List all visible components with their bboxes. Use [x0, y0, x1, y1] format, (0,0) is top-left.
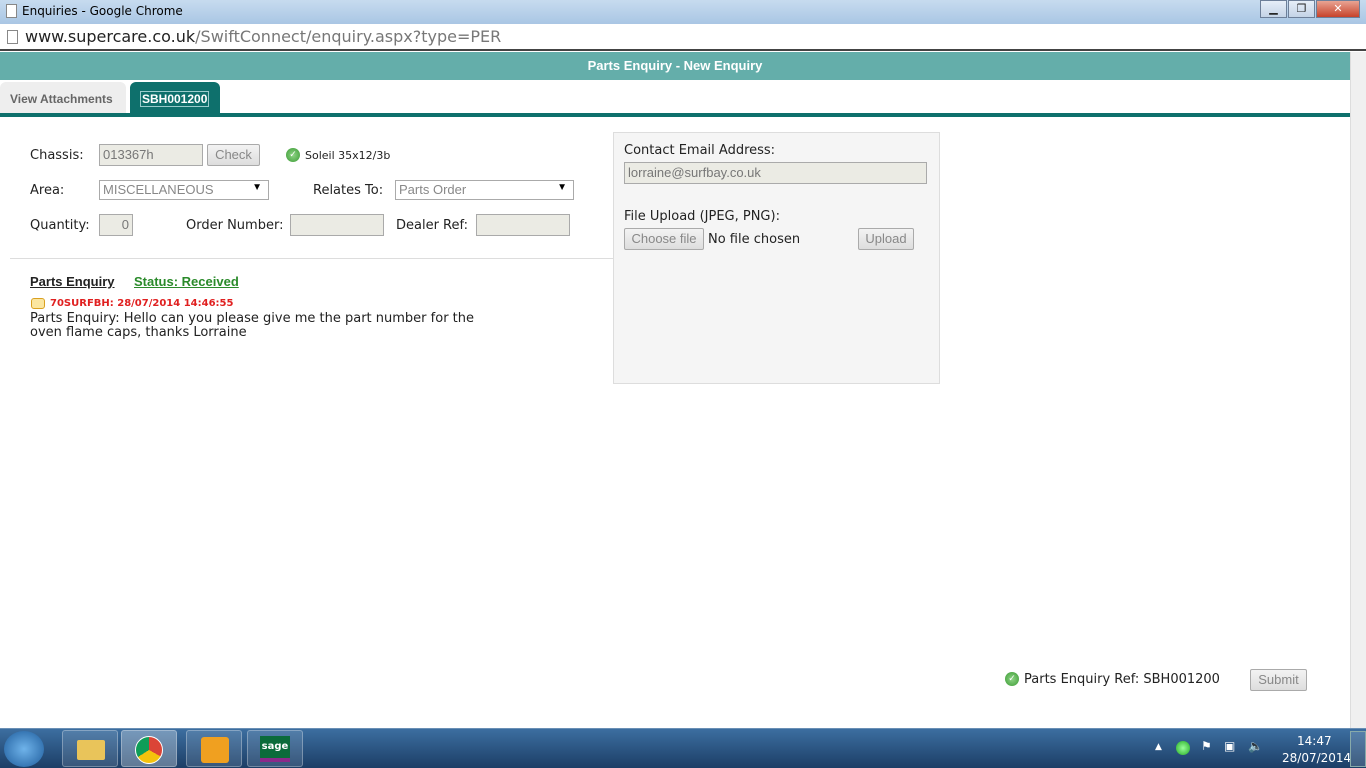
comment-icon — [31, 298, 45, 309]
choose-file-button[interactable]: Choose file — [624, 228, 704, 250]
chassis-input[interactable]: 013367h — [99, 144, 203, 166]
taskbar: sage ▲ ⚑ ▣ 🔈 14:47 28/07/2014 — [0, 728, 1366, 768]
comment-line-1: Parts Enquiry: Hello can you please give… — [30, 311, 474, 326]
order-number-input[interactable] — [290, 214, 384, 236]
area-select[interactable]: MISCELLANEOUS ▼ — [99, 180, 269, 200]
tab-enquiry[interactable]: SBH001200 — [130, 82, 220, 113]
taskbar-outlook[interactable] — [186, 730, 242, 767]
window-title: Enquiries - Google Chrome — [22, 4, 183, 18]
scrollbar[interactable] — [1350, 52, 1366, 728]
minimize-button[interactable]: ▁ — [1260, 0, 1287, 18]
status-badge: Status: Received — [134, 274, 239, 289]
enquiry-ref: Parts Enquiry Ref: SBH001200 — [1024, 672, 1220, 687]
quantity-input[interactable]: 0 — [99, 214, 133, 236]
taskbar-sage[interactable]: sage — [247, 730, 303, 767]
folder-icon — [77, 740, 105, 760]
check-ok-icon: ✓ — [286, 148, 300, 162]
relates-value: Parts Order — [399, 182, 467, 197]
chassis-label: Chassis: — [30, 148, 84, 163]
show-desktop-button[interactable] — [1350, 731, 1366, 767]
comment-line-2: oven flame caps, thanks Lorraine — [30, 325, 247, 340]
page-icon — [7, 30, 18, 44]
page-title: Parts Enquiry - New Enquiry — [0, 52, 1350, 80]
outlook-icon — [201, 737, 229, 763]
upload-label: File Upload (JPEG, PNG): — [624, 209, 780, 224]
relates-select[interactable]: Parts Order ▼ — [395, 180, 574, 200]
email-input[interactable]: lorraine@surfbay.co.uk — [624, 162, 927, 184]
no-file-text: No file chosen — [708, 232, 801, 247]
sage-icon: sage — [260, 736, 290, 762]
url-path: /SwiftConnect/enquiry.aspx?type=PER — [195, 27, 502, 46]
close-button[interactable]: ✕ — [1316, 0, 1360, 18]
network-icon[interactable]: ▣ — [1224, 739, 1235, 753]
start-button[interactable] — [4, 731, 44, 767]
chassis-result: Soleil 35x12/3b — [305, 149, 391, 162]
ref-ok-icon: ✓ — [1005, 672, 1019, 686]
divider — [10, 258, 613, 259]
flag-icon[interactable]: ⚑ — [1201, 739, 1212, 753]
address-bar[interactable]: www.supercare.co.uk/SwiftConnect/enquiry… — [0, 24, 1366, 51]
tab-bar: View Attachments SBH001200 — [0, 82, 1350, 117]
area-label: Area: — [30, 183, 65, 198]
page-icon — [6, 4, 17, 18]
clock-date[interactable]: 28/07/2014 — [1282, 751, 1351, 765]
status-green-icon[interactable] — [1176, 741, 1190, 755]
comment-author-time: 70SURFBH: 28/07/2014 14:46:55 — [50, 298, 234, 309]
dealer-ref-label: Dealer Ref: — [396, 218, 469, 233]
tab-enquiry-label: SBH001200 — [140, 91, 210, 107]
show-hidden-icons-icon[interactable]: ▲ — [1155, 742, 1162, 752]
dropdown-arrow-icon: ▼ — [252, 182, 262, 193]
quantity-label: Quantity: — [30, 218, 90, 233]
relates-label: Relates To: — [313, 183, 384, 198]
upload-button[interactable]: Upload — [858, 228, 914, 250]
email-label: Contact Email Address: — [624, 143, 776, 158]
maximize-button[interactable]: ❐ — [1288, 0, 1315, 18]
dropdown-arrow-icon: ▼ — [557, 182, 567, 193]
window-titlebar: Enquiries - Google Chrome ▁ ❐ ✕ — [0, 0, 1366, 24]
clock-time[interactable]: 14:47 — [1297, 734, 1332, 748]
url[interactable]: www.supercare.co.uk/SwiftConnect/enquiry… — [25, 27, 501, 46]
enquiry-title: Parts Enquiry — [30, 274, 115, 289]
check-button[interactable]: Check — [207, 144, 260, 166]
order-number-label: Order Number: — [186, 218, 284, 233]
volume-icon[interactable]: 🔈 — [1248, 739, 1263, 753]
taskbar-chrome[interactable] — [121, 730, 177, 767]
chrome-icon — [135, 736, 163, 764]
url-domain: www.supercare.co.uk — [25, 27, 196, 46]
taskbar-explorer[interactable] — [62, 730, 118, 767]
tab-view-attachments[interactable]: View Attachments — [0, 82, 126, 113]
area-value: MISCELLANEOUS — [103, 182, 214, 197]
submit-button[interactable]: Submit — [1250, 669, 1307, 691]
dealer-ref-input[interactable] — [476, 214, 570, 236]
